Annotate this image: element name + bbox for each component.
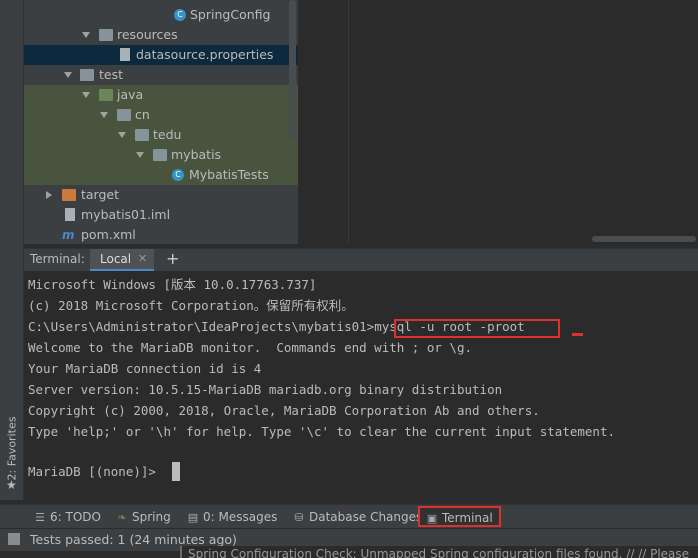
notification-text: Spring Configuration Check: Unmapped Spr…: [188, 547, 690, 558]
tab-local[interactable]: Local ✕: [90, 249, 154, 271]
maven-icon: m: [62, 228, 75, 242]
tree-item-test[interactable]: test: [24, 65, 298, 85]
tree-item-mybatistests[interactable]: C MybatisTests: [24, 165, 298, 185]
layout-toggle-icon[interactable]: [8, 533, 20, 545]
terminal-header: Terminal: Local ✕ +: [24, 248, 698, 272]
spring-leaf-icon: ❧: [117, 511, 127, 524]
todo-tool-button[interactable]: ☰ 6: TODO: [34, 509, 101, 526]
notification-balloon[interactable]: Spring Configuration Check: Unmapped Spr…: [180, 546, 698, 558]
message-icon: ▤: [187, 511, 199, 524]
terminal-tool-button[interactable]: ▣ Terminal: [418, 506, 501, 527]
tree-item-cn[interactable]: cn: [24, 105, 298, 125]
tree-scrollbar[interactable]: [289, 0, 296, 140]
terminal-line: Microsoft Windows [版本 10.0.17763.737]: [28, 277, 317, 292]
excluded-folder-icon: [62, 189, 76, 201]
database-icon: ⛁: [294, 511, 304, 524]
project-tree: C SpringConfig resources datasource.prop…: [24, 0, 298, 244]
tree-item-springconfig[interactable]: C SpringConfig: [24, 5, 298, 25]
tree-item-mybatis01-iml[interactable]: mybatis01.iml: [24, 205, 298, 225]
star-icon: ★: [6, 478, 17, 492]
folder-icon: [80, 69, 94, 81]
chevron-down-icon[interactable]: [64, 72, 72, 78]
tree-item-pom-xml[interactable]: m pom.xml: [24, 225, 298, 244]
chevron-down-icon[interactable]: [118, 132, 126, 138]
terminal-line: Copyright (c) 2000, 2018, Oracle, MariaD…: [28, 403, 540, 418]
resources-folder-icon: [99, 29, 113, 41]
package-icon: [135, 129, 149, 141]
package-icon: [117, 109, 131, 121]
terminal-line: Type 'help;' or '\h' for help. Type '\c'…: [28, 424, 615, 439]
tree-item-resources[interactable]: resources: [24, 25, 298, 45]
terminal-line: Your MariaDB connection id is 4: [28, 361, 262, 376]
favorites-tool-button[interactable]: 2: Favorites: [2, 416, 20, 481]
tree-item-mybatis[interactable]: mybatis: [24, 145, 298, 165]
tool-window-bar: ☰ 6: TODO ❧ Spring ▤ 0: Messages ⛁ Database …: [0, 504, 698, 529]
tab-local-label: Local: [100, 252, 132, 266]
class-icon: C: [174, 9, 186, 21]
close-icon[interactable]: ✕: [138, 252, 147, 265]
terminal-title: Terminal:: [30, 252, 85, 266]
status-text[interactable]: Tests passed: 1 (24 minutes ago): [30, 532, 237, 547]
terminal-line: Server version: 10.5.15-MariaDB mariadb.…: [28, 382, 503, 397]
chevron-right-icon[interactable]: [46, 191, 52, 199]
editor-divider: [348, 0, 349, 244]
tree-item-tedu[interactable]: tedu: [24, 125, 298, 145]
chevron-down-icon[interactable]: [82, 32, 90, 38]
terminal-line: (c) 2018 Microsoft Corporation。保留所有权利。: [28, 298, 354, 313]
tree-item-target[interactable]: target: [24, 185, 298, 205]
terminal-output[interactable]: Microsoft Windows [版本 10.0.17763.737] (c…: [24, 271, 698, 501]
terminal-icon: ▣: [426, 512, 438, 525]
red-annotation-mark: [572, 333, 583, 336]
spring-tool-button[interactable]: ❧ Spring: [116, 509, 170, 526]
tree-item-datasource-properties[interactable]: datasource.properties: [24, 45, 298, 65]
chevron-down-icon[interactable]: [136, 152, 144, 158]
editor-area[interactable]: [299, 0, 698, 244]
terminal-cursor: [172, 462, 180, 481]
terminal-mariadb-prompt: MariaDB [(none)]>: [28, 464, 164, 479]
module-file-icon: [65, 208, 75, 221]
messages-tool-button[interactable]: ▤ 0: Messages: [187, 509, 278, 526]
package-icon: [153, 149, 167, 161]
editor-horizontal-scrollbar[interactable]: [592, 236, 696, 242]
favorites-label: 2: Favorites: [5, 416, 19, 481]
add-tab-icon[interactable]: +: [166, 249, 179, 268]
chevron-down-icon[interactable]: [82, 92, 90, 98]
class-icon: C: [172, 169, 184, 181]
test-source-folder-icon: [99, 89, 113, 101]
properties-file-icon: [120, 48, 130, 61]
terminal-line: Welcome to the MariaDB monitor. Commands…: [28, 340, 473, 355]
list-icon: ☰: [35, 511, 45, 524]
database-changes-tool-button[interactable]: ⛁ Database Changes: [293, 509, 422, 526]
chevron-down-icon[interactable]: [100, 112, 108, 118]
command-highlight-box: [394, 319, 560, 338]
terminal-prompt-path: C:\Users\Administrator\IdeaProjects\myba…: [28, 319, 375, 334]
tree-item-java[interactable]: java: [24, 85, 298, 105]
